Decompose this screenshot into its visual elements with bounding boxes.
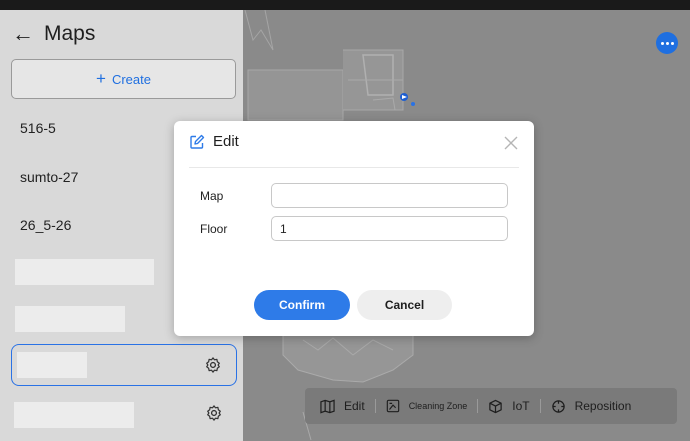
close-icon[interactable]	[504, 136, 518, 150]
toolbar-divider	[477, 399, 479, 413]
map-item-selected[interactable]	[11, 344, 237, 386]
zone-icon	[386, 399, 399, 413]
toolbar-reposition-label: Reposition	[574, 399, 632, 413]
map-icon	[320, 399, 335, 413]
plus-icon: +	[96, 69, 106, 88]
dialog-header: Edit	[189, 133, 239, 150]
map-item-placeholder[interactable]	[15, 306, 125, 332]
more-dot	[665, 41, 669, 45]
toolbar-cleaning-zone-button[interactable]: Cleaning Zone	[386, 388, 468, 424]
create-label: Create	[111, 71, 151, 87]
toolbar-iot-button[interactable]: IoT	[488, 388, 530, 424]
toolbar-edit-label: Edit	[344, 399, 365, 413]
toolbar-edit-button[interactable]: Edit	[320, 388, 365, 424]
page-title: Maps	[44, 22, 96, 45]
toolbar-divider	[539, 399, 541, 413]
cube-icon	[489, 399, 502, 413]
confirm-button[interactable]: Confirm	[254, 290, 350, 320]
gear-icon[interactable]	[205, 404, 223, 422]
floor-input[interactable]	[271, 216, 508, 241]
map-item[interactable]	[11, 393, 237, 435]
back-arrow-icon[interactable]: ←	[12, 23, 34, 45]
toolbar-iot-label: IoT	[512, 399, 530, 413]
dialog-divider	[189, 167, 519, 168]
map-item-placeholder[interactable]	[15, 259, 154, 285]
more-options-button[interactable]	[656, 32, 678, 54]
floor-field-label: Floor	[200, 222, 228, 236]
map-field-label: Map	[200, 189, 224, 203]
map-item-label: 516-5	[20, 120, 56, 136]
map-item-placeholder	[17, 352, 87, 378]
more-dot	[660, 41, 664, 45]
map-name-input[interactable]	[271, 183, 508, 208]
cancel-button[interactable]: Cancel	[357, 290, 452, 320]
top-status-strip	[0, 0, 690, 10]
map-item-placeholder	[14, 402, 134, 428]
toolbar-reposition-button[interactable]: Reposition	[551, 388, 632, 424]
edit-icon	[190, 134, 205, 149]
toolbar-divider	[374, 399, 376, 413]
create-map-button[interactable]: + Create	[11, 59, 236, 99]
target-icon	[551, 399, 565, 413]
edit-dialog: Edit Map Floor Confirm Cancel	[174, 121, 534, 336]
more-dot	[670, 41, 674, 45]
gear-icon[interactable]	[204, 356, 222, 374]
toolbar-cleaning-zone-label: Cleaning Zone	[408, 401, 468, 411]
sidebar-header: ← Maps	[12, 22, 95, 46]
map-toolbar: Edit Cleaning Zone IoT Reposition	[305, 388, 677, 424]
dialog-title: Edit	[213, 133, 239, 150]
map-item-label: sumto-27	[20, 169, 79, 185]
map-item-label: 26_5-26	[20, 217, 72, 233]
